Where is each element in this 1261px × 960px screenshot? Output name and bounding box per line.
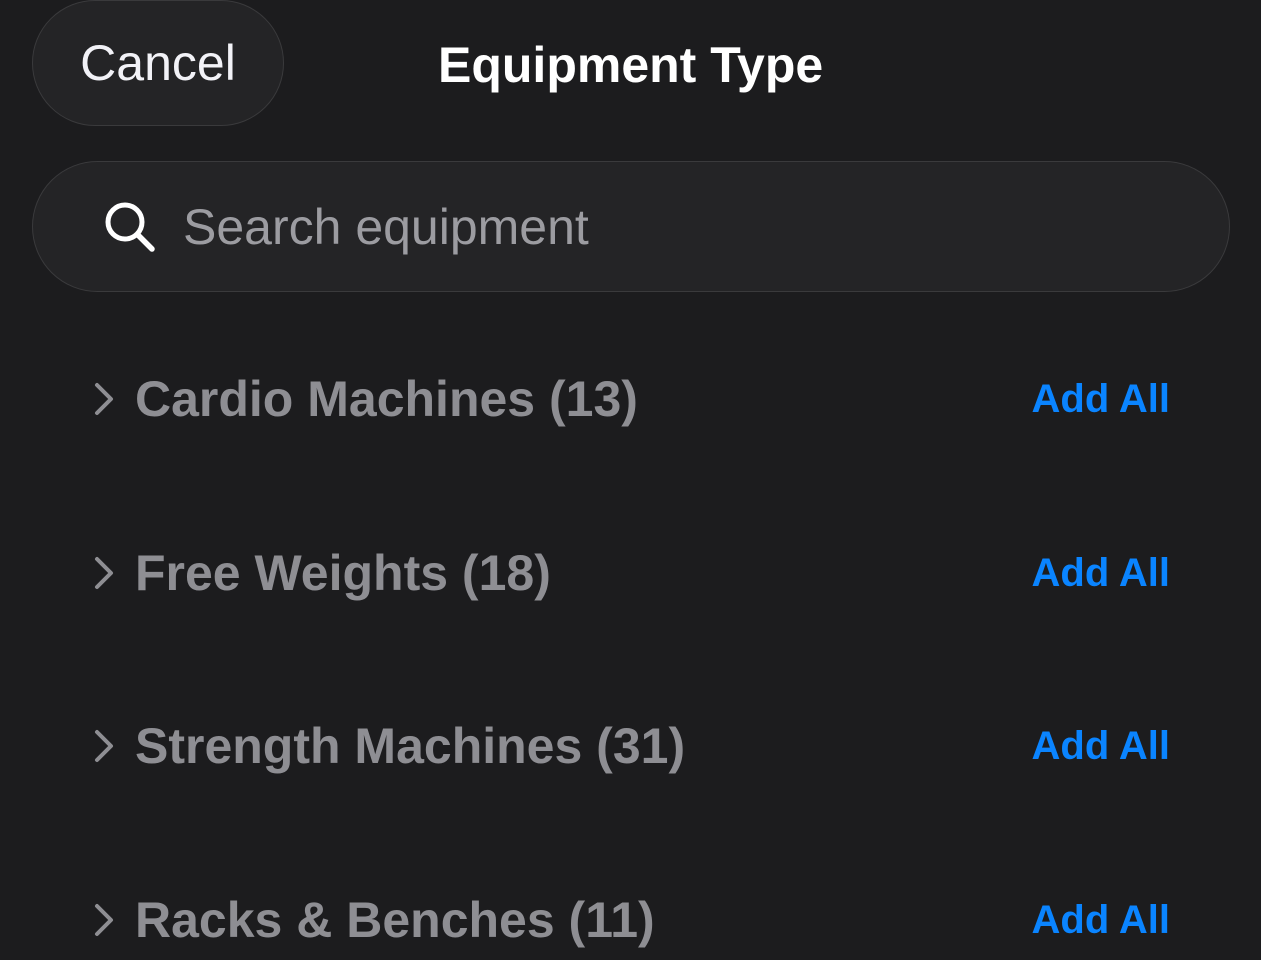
search-icon	[105, 202, 155, 252]
page-title: Equipment Type	[438, 37, 824, 93]
cancel-button[interactable]: Cancel	[32, 0, 284, 126]
category-label: Racks & Benches (11)	[135, 892, 655, 948]
add-all-button[interactable]: Add All	[1032, 716, 1171, 776]
equipment-type-screen: Cancel Equipment Type Cardio Machines (1…	[0, 0, 1261, 960]
category-row-strength-machines[interactable]: Strength Machines (31) Add All	[0, 659, 1261, 833]
category-row-racks-benches[interactable]: Racks & Benches (11) Add All	[0, 833, 1261, 960]
chevron-right-icon	[95, 730, 113, 762]
category-label: Free Weights (18)	[135, 545, 551, 601]
chevron-right-icon	[95, 383, 113, 415]
category-row-free-weights[interactable]: Free Weights (18) Add All	[0, 486, 1261, 660]
add-all-button[interactable]: Add All	[1032, 369, 1171, 429]
add-all-button[interactable]: Add All	[1032, 543, 1171, 603]
chevron-right-icon	[95, 904, 113, 936]
category-row-cardio-machines[interactable]: Cardio Machines (13) Add All	[0, 312, 1261, 486]
chevron-right-icon	[95, 557, 113, 589]
category-label: Cardio Machines (13)	[135, 371, 638, 427]
search-input[interactable]	[183, 192, 1183, 262]
category-label: Strength Machines (31)	[135, 718, 686, 774]
add-all-button[interactable]: Add All	[1032, 890, 1171, 950]
search-bar[interactable]	[32, 161, 1230, 292]
cancel-button-label: Cancel	[80, 35, 236, 91]
